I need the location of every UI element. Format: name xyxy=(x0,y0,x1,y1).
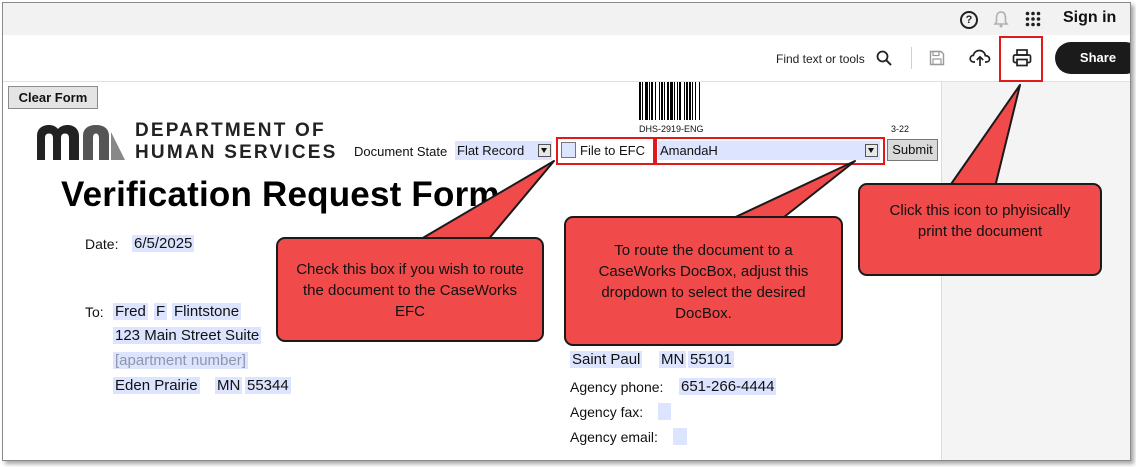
clear-form-button[interactable]: Clear Form xyxy=(8,86,98,109)
agency-city-field[interactable]: Saint Paul xyxy=(570,351,643,368)
print-callout: Click this icon to phyisically print the… xyxy=(858,183,1102,276)
department-name-line2: HUMAN SERVICES xyxy=(135,142,338,163)
sign-in-button[interactable]: Sign in xyxy=(1063,9,1116,27)
docbox-callout: To route the document to a CaseWorks Doc… xyxy=(564,216,843,346)
state-field[interactable]: MN xyxy=(215,377,243,394)
street-field[interactable]: 123 Main Street Suite xyxy=(113,327,262,344)
agency-state-field[interactable]: MN xyxy=(659,351,687,368)
app-window: ? Sign in Find text or tools Share Clear… xyxy=(2,2,1131,461)
print-icon-highlight xyxy=(999,36,1043,82)
find-text-or-tools[interactable]: Find text or tools xyxy=(776,52,865,66)
top-bar: ? Sign in xyxy=(3,3,1130,35)
share-button[interactable]: Share xyxy=(1055,42,1130,74)
barcode xyxy=(639,82,700,120)
toolbar: Find text or tools Share xyxy=(3,35,1130,82)
docbox-highlight xyxy=(655,137,885,165)
revision-label: 3-22 xyxy=(891,124,910,134)
last-name-field[interactable]: Flintstone xyxy=(172,303,242,320)
form-number-label: DHS-2919-ENG xyxy=(639,124,704,134)
cloud-upload-icon[interactable] xyxy=(969,49,991,67)
bell-icon[interactable] xyxy=(992,10,1010,28)
city-field[interactable]: Eden Prairie xyxy=(113,377,200,394)
date-label: Date: xyxy=(85,236,119,252)
agency-fax-label: Agency fax: xyxy=(570,404,644,420)
page-title: Verification Request Form xyxy=(61,175,500,214)
agency-email-label: Agency email: xyxy=(570,429,658,445)
agency-zip-field[interactable]: 55101 xyxy=(688,351,734,368)
app-grid-icon[interactable] xyxy=(1025,11,1041,27)
date-field[interactable]: 6/5/2025 xyxy=(132,235,195,252)
submit-button[interactable]: Submit xyxy=(887,139,938,161)
question-circle-icon[interactable]: ? xyxy=(960,11,978,29)
search-icon[interactable] xyxy=(876,50,892,66)
zip-field[interactable]: 55344 xyxy=(245,377,291,394)
agency-email-field[interactable] xyxy=(673,428,687,445)
document-state-label: Document State xyxy=(354,144,448,159)
mn-logo xyxy=(37,125,125,160)
agency-phone-field[interactable]: 651-266-4444 xyxy=(679,378,777,395)
apartment-field[interactable]: [apartment number] xyxy=(113,352,248,369)
first-name-field[interactable]: Fred xyxy=(113,303,148,320)
efc-highlight xyxy=(556,137,655,165)
agency-fax-field[interactable] xyxy=(658,403,671,420)
agency-phone-label: Agency phone: xyxy=(570,379,664,395)
middle-initial-field[interactable]: F xyxy=(154,303,168,320)
efc-callout: Check this box if you wish to route the … xyxy=(276,237,544,342)
save-icon[interactable] xyxy=(929,50,945,66)
department-name-line1: DEPARTMENT OF xyxy=(135,120,326,141)
toolbar-divider xyxy=(911,47,912,69)
to-label: To: xyxy=(85,304,104,320)
chevron-down-icon[interactable] xyxy=(538,144,551,157)
